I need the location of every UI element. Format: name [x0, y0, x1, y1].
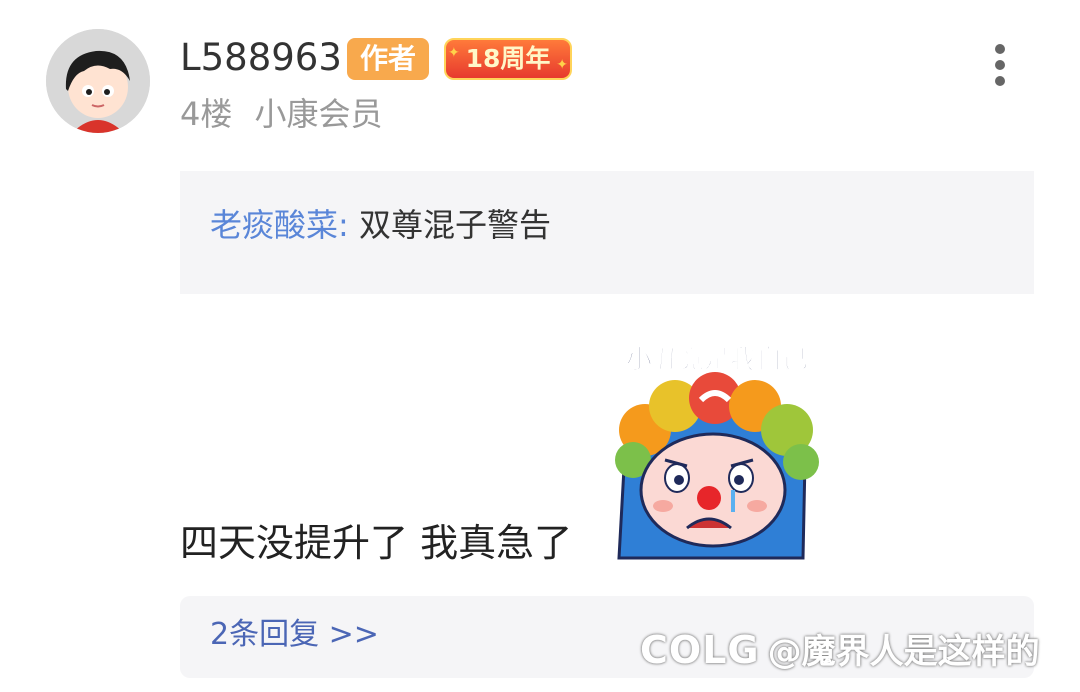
author-badge: 作者	[347, 38, 429, 80]
member-level: 小康会员	[254, 95, 383, 133]
watermark-text: @魔界人是这样的	[767, 632, 1040, 672]
avatar[interactable]	[46, 29, 150, 133]
more-vertical-icon	[985, 44, 1015, 86]
star-icon: ✦	[448, 45, 460, 61]
watermark: COLG @魔界人是这样的	[640, 628, 1040, 674]
more-options-button[interactable]	[985, 40, 1015, 90]
star-icon: ✦	[556, 57, 568, 73]
quote-line: 老痰酸菜: 双尊混子警告	[210, 203, 551, 247]
sticker-caption: 小丑竟是我自己	[626, 344, 808, 375]
post-body-text: 四天没提升了 我真急了	[180, 521, 573, 565]
anniversary-badge-label: 18周年	[465, 44, 551, 73]
floor-number: 4楼	[180, 95, 233, 133]
quote-text: 双尊混子警告	[358, 206, 551, 244]
quoted-reply[interactable]: 老痰酸菜: 双尊混子警告	[180, 171, 1034, 294]
post-meta: 4楼 小康会员	[180, 94, 383, 134]
anniversary-badge: ✦ 18周年 ✦	[444, 38, 572, 80]
watermark-logo: COLG	[640, 628, 760, 672]
clown-sticker-image[interactable]: 小丑竟是我自己	[605, 330, 830, 560]
username[interactable]: L588963	[180, 36, 342, 80]
view-replies-link[interactable]: 2条回复 >>	[210, 614, 379, 656]
avatar-image	[46, 29, 150, 133]
quote-author[interactable]: 老痰酸菜:	[210, 206, 349, 244]
